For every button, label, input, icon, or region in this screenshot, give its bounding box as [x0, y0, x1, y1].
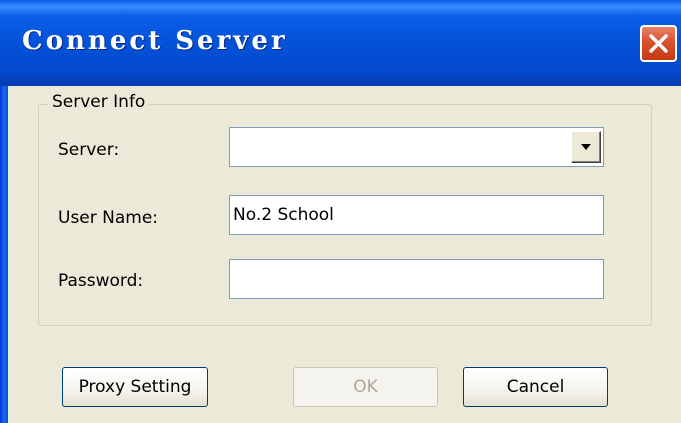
title-bar[interactable]: Connect Server — [0, 0, 681, 86]
dropdown-button[interactable] — [571, 131, 601, 163]
connect-server-dialog: Connect Server Server Info Server: User … — [0, 0, 681, 423]
ok-button[interactable]: OK — [293, 367, 438, 407]
window-title: Connect Server — [22, 26, 288, 56]
group-legend: Server Info — [48, 92, 150, 112]
password-input[interactable] — [229, 259, 604, 299]
username-label: User Name: — [58, 208, 159, 228]
username-input[interactable]: No.2 School — [229, 195, 604, 235]
password-label: Password: — [58, 271, 144, 291]
close-button[interactable] — [640, 25, 677, 62]
close-icon — [649, 34, 668, 53]
cancel-button[interactable]: Cancel — [463, 367, 608, 407]
window-frame-left — [0, 86, 8, 423]
chevron-down-icon — [581, 144, 591, 150]
server-dropdown[interactable] — [229, 127, 604, 167]
server-label: Server: — [58, 140, 120, 160]
proxy-setting-button[interactable]: Proxy Setting — [62, 367, 208, 407]
